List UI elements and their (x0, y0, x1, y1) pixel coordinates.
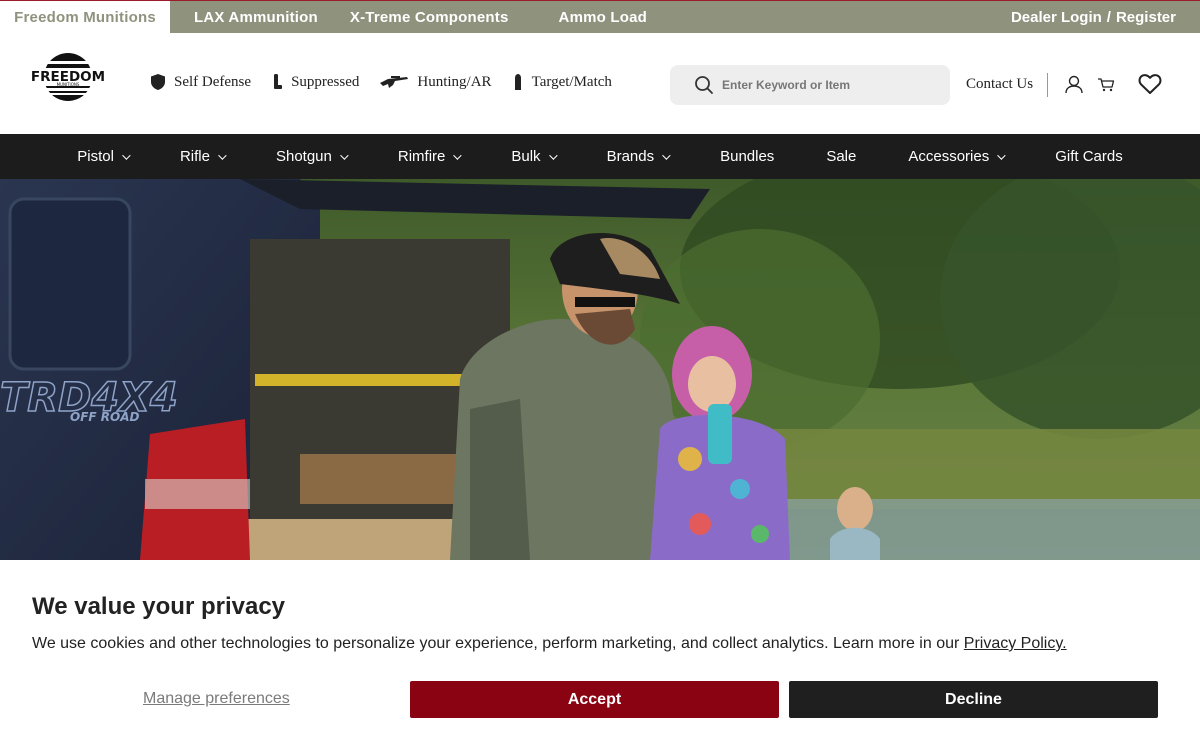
chevron-down-icon (122, 150, 131, 160)
main-navigation: Pistol Rifle Shotgun Rimfire Bulk Brands… (0, 134, 1200, 179)
search-icon[interactable] (694, 75, 714, 95)
chevron-down-icon (997, 150, 1006, 160)
nav-label: Sale (826, 148, 857, 165)
accept-button[interactable]: Accept (410, 681, 779, 718)
chevron-down-icon (453, 150, 463, 160)
nav-accessories[interactable]: Accessories (882, 134, 1029, 179)
logo-emblem: FREEDOM MUNITIONS (31, 53, 105, 101)
cookie-consent-banner: We value your privacy We use cookies and… (0, 560, 1200, 750)
category-label: Target/Match (531, 73, 612, 90)
suppressor-icon (274, 74, 283, 89)
category-target-match[interactable]: Target/Match (512, 73, 612, 91)
nav-shotgun[interactable]: Shotgun (250, 134, 372, 179)
nav-rifle[interactable]: Rifle (154, 134, 250, 179)
cookie-body-text: We use cookies and other technologies to… (32, 635, 960, 652)
nav-gift-cards[interactable]: Gift Cards (1029, 134, 1149, 179)
account-icon[interactable] (1064, 74, 1084, 94)
chevron-down-icon (548, 150, 558, 160)
contact-us-link[interactable]: Contact Us (966, 76, 1033, 93)
nav-label: Bundles (720, 148, 775, 165)
dealer-links: Dealer Login / Register (1011, 1, 1176, 33)
hero-banner[interactable]: TRD4X4 OFF ROAD (0, 179, 1200, 560)
truck-badge-subtext: OFF ROAD (70, 410, 140, 424)
freedom-munitions-logo[interactable]: FREEDOM MUNITIONS (31, 51, 105, 103)
dealer-separator: / (1106, 8, 1111, 26)
chevron-down-icon (218, 150, 227, 160)
dealer-login-link[interactable]: Dealer Login (1011, 9, 1102, 26)
cookie-description: We use cookies and other technologies to… (32, 635, 1067, 653)
logo-subtext: MUNITIONS (57, 82, 80, 87)
nav-bulk[interactable]: Bulk (485, 134, 580, 179)
nav-label: Brands (606, 148, 655, 165)
search-bar[interactable] (670, 65, 950, 105)
nav-label: Accessories (908, 148, 990, 165)
chevron-down-icon (340, 150, 349, 160)
site-header: FREEDOM MUNITIONS Self Defense Suppresse… (0, 33, 1200, 134)
cookie-title: We value your privacy (32, 593, 286, 620)
nav-label: Gift Cards (1055, 148, 1123, 165)
nav-label: Rifle (179, 148, 210, 165)
decline-button[interactable]: Decline (789, 681, 1158, 718)
category-label: Hunting/AR (417, 73, 492, 90)
nav-label: Rimfire (397, 148, 446, 165)
nav-label: Bulk (511, 148, 541, 165)
manage-preferences-link[interactable]: Manage preferences (143, 690, 290, 708)
nav-label: Pistol (77, 148, 114, 165)
nav-label: Shotgun (275, 148, 332, 165)
rifle-icon (380, 76, 409, 88)
hero-image: TRD4X4 OFF ROAD (0, 179, 1200, 560)
cartridge-icon (514, 74, 521, 90)
brand-tab-ammo-load[interactable]: Ammo Load (543, 1, 663, 33)
brand-tab-freedom-munitions[interactable]: Freedom Munitions (0, 1, 170, 33)
category-label: Self Defense (174, 73, 252, 90)
cart-icon[interactable] (1097, 74, 1115, 94)
nav-sale[interactable]: Sale (800, 134, 882, 179)
chevron-down-icon (662, 150, 671, 160)
header-divider (1047, 73, 1048, 97)
shield-icon (151, 74, 165, 90)
category-links: Self Defense Suppressed Hunting/AR Targe… (150, 73, 632, 91)
brand-tab-xtreme-components[interactable]: X-Treme Components (334, 1, 525, 33)
nav-bundles[interactable]: Bundles (694, 134, 800, 179)
nav-pistol[interactable]: Pistol (51, 134, 154, 179)
search-input[interactable] (722, 78, 942, 92)
nav-rimfire[interactable]: Rimfire (372, 134, 486, 179)
category-suppressed[interactable]: Suppressed (271, 73, 359, 91)
category-hunting-ar[interactable]: Hunting/AR (379, 73, 492, 91)
register-link[interactable]: Register (1116, 9, 1176, 26)
brand-tab-lax-ammunition[interactable]: LAX Ammunition (178, 1, 334, 33)
privacy-policy-link[interactable]: Privacy Policy. (964, 635, 1067, 652)
brand-bar: Freedom Munitions LAX Ammunition X-Treme… (0, 0, 1200, 33)
category-self-defense[interactable]: Self Defense (150, 73, 251, 91)
category-label: Suppressed (291, 73, 360, 90)
nav-brands[interactable]: Brands (581, 134, 695, 179)
wishlist-heart-icon[interactable] (1138, 73, 1162, 95)
